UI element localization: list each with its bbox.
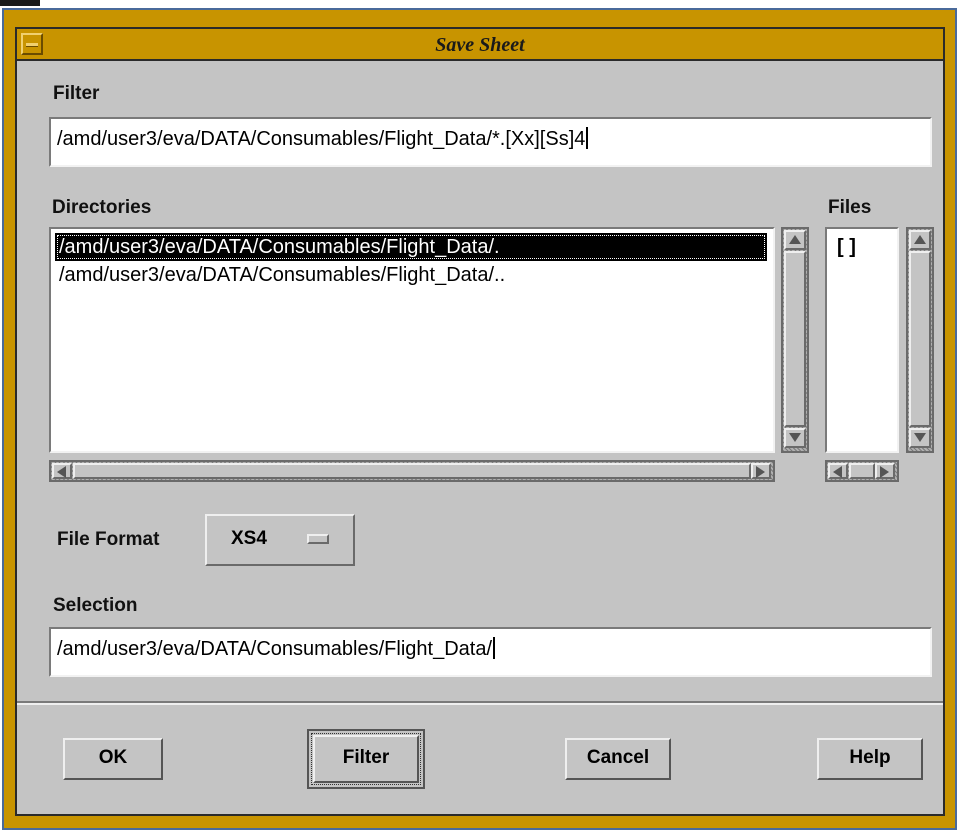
directories-vertical-scrollbar[interactable] [781, 227, 809, 453]
help-button[interactable]: Help [817, 738, 923, 780]
selection-label: Selection [53, 595, 138, 616]
file-format-option-menu[interactable]: XS4 [205, 514, 355, 566]
directory-item[interactable]: /amd/user3/eva/DATA/Consumables/Flight_D… [55, 233, 767, 261]
cancel-button[interactable]: Cancel [565, 738, 671, 780]
files-vertical-scrollbar[interactable] [906, 227, 934, 453]
files-label: Files [828, 197, 872, 218]
files-list[interactable]: [ ] [825, 227, 899, 453]
separator [17, 701, 943, 705]
scroll-thumb[interactable] [909, 251, 931, 427]
file-format-value: XS4 [231, 528, 267, 549]
file-format-label: File Format [57, 529, 160, 550]
text-cursor [586, 127, 589, 149]
window-title: Save Sheet [435, 34, 525, 56]
directories-horizontal-scrollbar[interactable] [49, 460, 775, 482]
dialog-body: Filter /amd/user3/eva/DATA/Consumables/F… [15, 61, 945, 816]
scroll-down-arrow-icon[interactable] [909, 428, 931, 448]
filter-label: Filter [53, 83, 100, 104]
ok-button[interactable]: OK [63, 738, 163, 780]
selection-input[interactable]: /amd/user3/eva/DATA/Consumables/Flight_D… [49, 627, 932, 677]
option-menu-indicator-icon [307, 534, 329, 544]
scroll-right-arrow-icon[interactable] [875, 463, 895, 479]
scroll-up-arrow-icon[interactable] [909, 230, 931, 250]
directories-list[interactable]: /amd/user3/eva/DATA/Consumables/Flight_D… [49, 227, 775, 453]
title-bar[interactable]: Save Sheet [15, 27, 945, 61]
scroll-thumb[interactable] [849, 463, 875, 479]
scroll-left-arrow-icon[interactable] [828, 463, 848, 479]
scroll-down-arrow-icon[interactable] [784, 428, 806, 448]
text-cursor [493, 637, 496, 659]
filter-button[interactable]: Filter [313, 735, 419, 783]
window-frame: Save Sheet Filter /amd/user3/eva/DATA/Co… [0, 0, 961, 833]
corner-mark [0, 0, 40, 6]
directories-label: Directories [52, 197, 152, 218]
file-item[interactable]: [ ] [833, 233, 860, 261]
filter-input[interactable]: /amd/user3/eva/DATA/Consumables/Flight_D… [49, 117, 932, 167]
scroll-right-arrow-icon[interactable] [751, 463, 771, 479]
scroll-thumb[interactable] [73, 463, 751, 479]
scroll-up-arrow-icon[interactable] [784, 230, 806, 250]
scroll-left-arrow-icon[interactable] [52, 463, 72, 479]
files-horizontal-scrollbar[interactable] [825, 460, 899, 482]
scroll-thumb[interactable] [784, 251, 806, 427]
directory-item[interactable]: /amd/user3/eva/DATA/Consumables/Flight_D… [55, 261, 509, 289]
